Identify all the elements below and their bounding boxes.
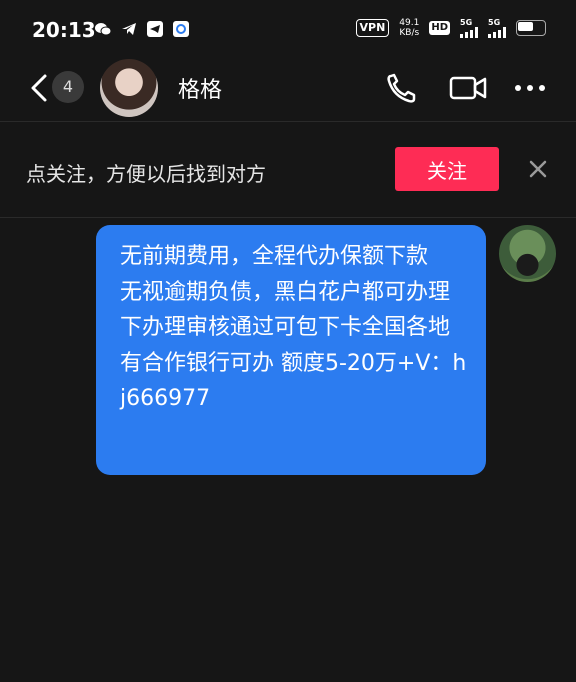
unread-count-badge[interactable]: 4 xyxy=(52,71,84,103)
sim1-network-label: 5G xyxy=(460,18,473,27)
follow-bar-divider xyxy=(0,217,576,218)
status-bar: 20:13 VPN 49.1 KB/s HD 5G 5G xyxy=(0,0,576,60)
video-call-icon[interactable] xyxy=(448,70,488,106)
phone-call-icon[interactable] xyxy=(383,70,423,106)
more-options-icon[interactable] xyxy=(510,70,550,106)
app-notification-icon xyxy=(172,20,190,38)
follow-button[interactable]: 关注 xyxy=(395,147,499,191)
message-bubble[interactable]: 无前期费用，全程代办保额下款 无视逾期负债，黑白花户都可办理下办理审核通过可包下… xyxy=(96,225,486,475)
battery-icon xyxy=(516,20,546,36)
signal-sim2: 5G xyxy=(488,18,506,38)
status-time: 20:13 xyxy=(32,18,96,42)
network-speed: 49.1 KB/s xyxy=(399,18,419,38)
close-icon[interactable] xyxy=(525,156,551,182)
system-icons: VPN 49.1 KB/s HD 5G 5G xyxy=(355,18,546,38)
vpn-indicator: VPN xyxy=(355,19,390,37)
signal-bars-icon xyxy=(460,27,478,38)
follow-prompt-text: 点关注，方便以后找到对方 xyxy=(26,162,266,186)
telegram-icon xyxy=(120,20,138,38)
contact-avatar[interactable] xyxy=(100,59,158,117)
network-speed-unit: KB/s xyxy=(399,28,420,38)
network-speed-value: 49.1 xyxy=(399,18,420,28)
contact-name[interactable]: 格格 xyxy=(178,72,222,104)
follow-prompt-bar: 点关注，方便以后找到对方 关注 xyxy=(0,122,576,216)
sim2-network-label: 5G xyxy=(488,18,501,27)
signal-sim1: 5G xyxy=(460,18,478,38)
signal-bars-icon xyxy=(488,27,506,38)
back-arrow-icon[interactable] xyxy=(28,72,50,104)
message-text: 无前期费用，全程代办保额下款 无视逾期负债，黑白花户都可办理下办理审核通过可包下… xyxy=(120,244,467,411)
telegram-box-icon xyxy=(146,20,164,38)
chat-header: 4 格格 xyxy=(0,56,576,120)
hd-indicator: HD xyxy=(429,21,450,35)
wechat-icon xyxy=(94,20,112,38)
notification-icons xyxy=(94,20,190,38)
my-avatar[interactable] xyxy=(499,225,556,282)
